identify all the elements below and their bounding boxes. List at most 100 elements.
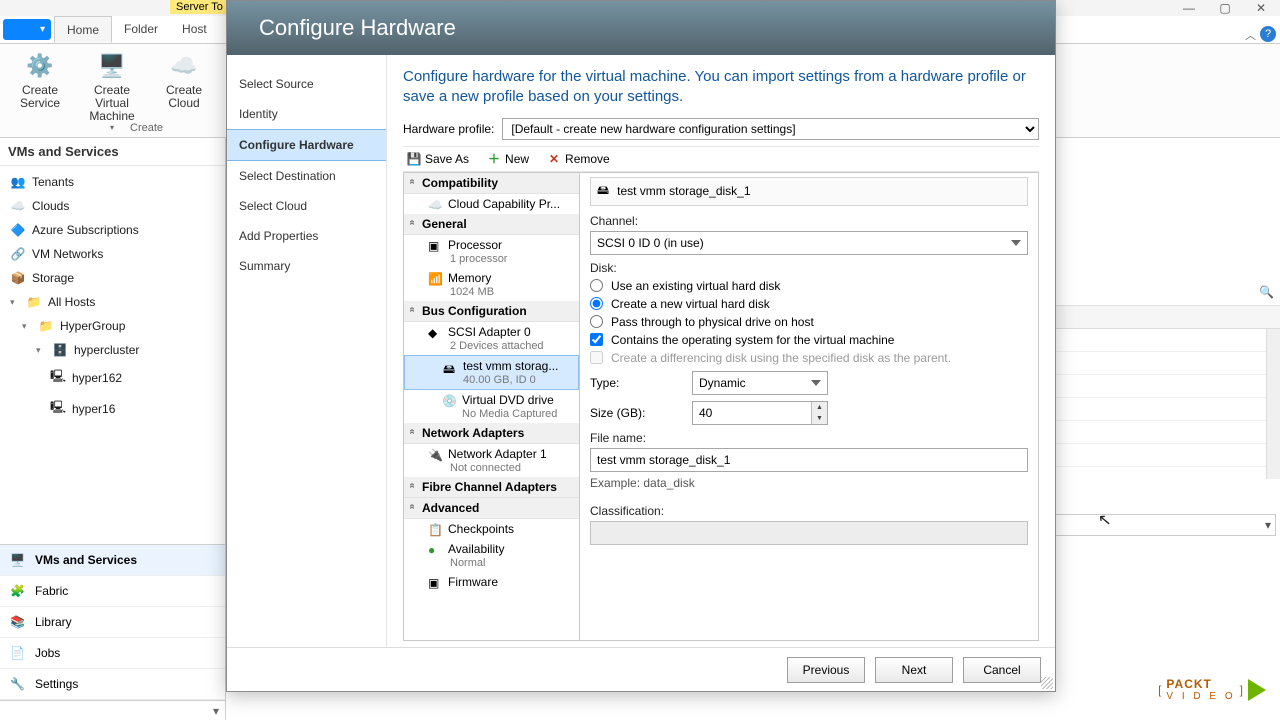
switch-fabric[interactable]: 🧩Fabric [0, 576, 225, 607]
switch-settings[interactable]: 🔧Settings [0, 669, 225, 700]
cat-network[interactable]: Network Adapters [404, 423, 579, 444]
step-summary[interactable]: Summary [227, 251, 386, 281]
chk-contains-os[interactable]: Contains the operating system for the vi… [590, 333, 1028, 347]
item-scsi-adapter[interactable]: ◆SCSI Adapter 02 Devices attached [404, 322, 579, 355]
cpu-icon: ▣ [428, 239, 442, 251]
cat-advanced[interactable]: Advanced [404, 498, 579, 519]
maximize-button[interactable]: ▢ [1216, 1, 1234, 15]
save-as-button[interactable]: 💾Save As [403, 150, 473, 168]
checkpoint-icon: 📋 [428, 523, 442, 535]
type-select[interactable]: Dynamic [692, 371, 828, 395]
cluster-icon: 🗄️ [52, 343, 68, 357]
tree-all-hosts[interactable]: ▾📁All Hosts [0, 290, 225, 314]
cat-bus[interactable]: Bus Configuration [404, 301, 579, 322]
create-cloud-button[interactable]: ☁️ Create Cloud [150, 48, 218, 112]
wizard-steps: Select Source Identity Configure Hardwar… [227, 55, 387, 647]
switch-jobs[interactable]: 📄Jobs [0, 638, 225, 669]
cloud-icon: ☁️ [168, 50, 200, 82]
cat-compatibility[interactable]: Compatibility [404, 173, 579, 194]
network-icon: 🔗 [10, 247, 26, 261]
nav-header: VMs and Services [0, 138, 225, 166]
new-button[interactable]: ＋New [483, 150, 533, 168]
play-icon [1248, 679, 1266, 701]
jobs-icon: 📄 [10, 646, 25, 660]
step-configure-hardware[interactable]: Configure Hardware [227, 129, 386, 161]
search-icon[interactable]: 🔍 [1259, 285, 1274, 299]
tab-host[interactable]: Host [170, 16, 219, 43]
step-add-properties[interactable]: Add Properties [227, 221, 386, 251]
tree-tenants[interactable]: 👥Tenants [0, 170, 225, 194]
opt-existing-disk[interactable]: Use an existing virtual hard disk [590, 279, 1028, 293]
item-dvd[interactable]: 💿Virtual DVD driveNo Media Captured [404, 390, 579, 423]
cancel-button[interactable]: Cancel [963, 657, 1041, 683]
tree-azure[interactable]: 🔷Azure Subscriptions [0, 218, 225, 242]
hardware-profile-select[interactable]: [Default - create new hardware configura… [502, 118, 1039, 140]
channel-select[interactable]: SCSI 0 ID 0 (in use) [590, 231, 1028, 255]
item-availability[interactable]: ●AvailabilityNormal [404, 539, 579, 572]
cat-general[interactable]: General [404, 214, 579, 235]
vertical-scrollbar[interactable] [1266, 329, 1280, 479]
channel-label: Channel: [590, 214, 1028, 228]
service-icon: ⚙️ [24, 50, 56, 82]
tree-storage[interactable]: 📦Storage [0, 266, 225, 290]
next-button[interactable]: Next [875, 657, 953, 683]
opt-passthrough[interactable]: Pass through to physical drive on host [590, 315, 1028, 329]
scsi-icon: ◆ [428, 326, 442, 338]
tab-home[interactable]: Home [54, 16, 112, 43]
switch-library[interactable]: 📚Library [0, 607, 225, 638]
azure-icon: 🔷 [10, 223, 26, 237]
app-menu-button[interactable] [3, 19, 51, 40]
step-select-source[interactable]: Select Source [227, 69, 386, 99]
collapse-ribbon-icon[interactable]: ︿ [1245, 27, 1256, 43]
hardware-tree[interactable]: Compatibility ☁️Cloud Capability Pr... G… [404, 173, 580, 641]
intro-text: Configure hardware for the virtual machi… [403, 67, 1039, 108]
nav-more-button[interactable]: ▾ [0, 700, 225, 720]
remove-button[interactable]: ✕Remove [543, 150, 614, 168]
configure-hardware-dialog: Configure Hardware Select Source Identit… [226, 0, 1056, 692]
item-firmware[interactable]: ▣Firmware [404, 572, 579, 592]
item-memory[interactable]: 📶Memory1024 MB [404, 268, 579, 301]
step-select-cloud[interactable]: Select Cloud [227, 191, 386, 221]
resize-grip[interactable] [1041, 677, 1053, 689]
dvd-icon: 💿 [442, 394, 456, 406]
tree-vm-networks[interactable]: 🔗VM Networks [0, 242, 225, 266]
item-processor[interactable]: ▣Processor1 processor [404, 235, 579, 268]
size-input[interactable] [692, 401, 828, 425]
spin-down[interactable]: ▼ [811, 413, 827, 424]
filename-input[interactable] [590, 448, 1028, 472]
vm-icon: 🖥️ [96, 50, 128, 82]
type-label: Type: [590, 376, 680, 390]
switch-vms[interactable]: 🖥️VMs and Services [0, 545, 225, 576]
step-select-destination[interactable]: Select Destination [227, 161, 386, 191]
item-checkpoints[interactable]: 📋Checkpoints [404, 519, 579, 539]
close-button[interactable]: ✕ [1252, 1, 1270, 15]
vms-icon: 🖥️ [10, 553, 25, 567]
spin-up[interactable]: ▲ [811, 402, 827, 413]
tab-folder[interactable]: Folder [112, 16, 170, 43]
tree-hypercluster[interactable]: ▾🗄️hypercluster [0, 338, 225, 362]
step-identity[interactable]: Identity [227, 99, 386, 129]
tree-hyper162[interactable]: 🖳hyper162 [0, 362, 225, 393]
opt-new-disk[interactable]: Create a new virtual hard disk [590, 297, 1028, 311]
create-service-button[interactable]: ⚙️ Create Service [6, 48, 74, 112]
navigation-tree[interactable]: 👥Tenants ☁️Clouds 🔷Azure Subscriptions 🔗… [0, 166, 225, 544]
help-button[interactable]: ? [1260, 26, 1276, 42]
library-icon: 📚 [10, 615, 25, 629]
tree-hyper16[interactable]: 🖳hyper16 [0, 393, 225, 424]
dialog-title: Configure Hardware [227, 1, 1055, 55]
availability-icon: ● [428, 543, 442, 555]
ribbon-group-label: Create [130, 122, 163, 134]
item-disk[interactable]: 🖴test vmm storag...40.00 GB, ID 0 [404, 355, 579, 390]
storage-icon: 📦 [10, 271, 26, 285]
previous-button[interactable]: Previous [787, 657, 865, 683]
item-network-adapter[interactable]: 🔌Network Adapter 1Not connected [404, 444, 579, 477]
plus-icon: ＋ [487, 152, 501, 166]
item-cloud-capability[interactable]: ☁️Cloud Capability Pr... [404, 194, 579, 214]
watermark: [ PACKT V I D E O ] [1158, 677, 1266, 702]
filename-label: File name: [590, 431, 1028, 445]
tree-hypergroup[interactable]: ▾📁HyperGroup [0, 314, 225, 338]
detail-header: 🖴 test vmm storage_disk_1 [590, 177, 1028, 206]
cat-fibre[interactable]: Fibre Channel Adapters [404, 477, 579, 498]
tree-clouds[interactable]: ☁️Clouds [0, 194, 225, 218]
minimize-button[interactable]: — [1180, 1, 1198, 15]
